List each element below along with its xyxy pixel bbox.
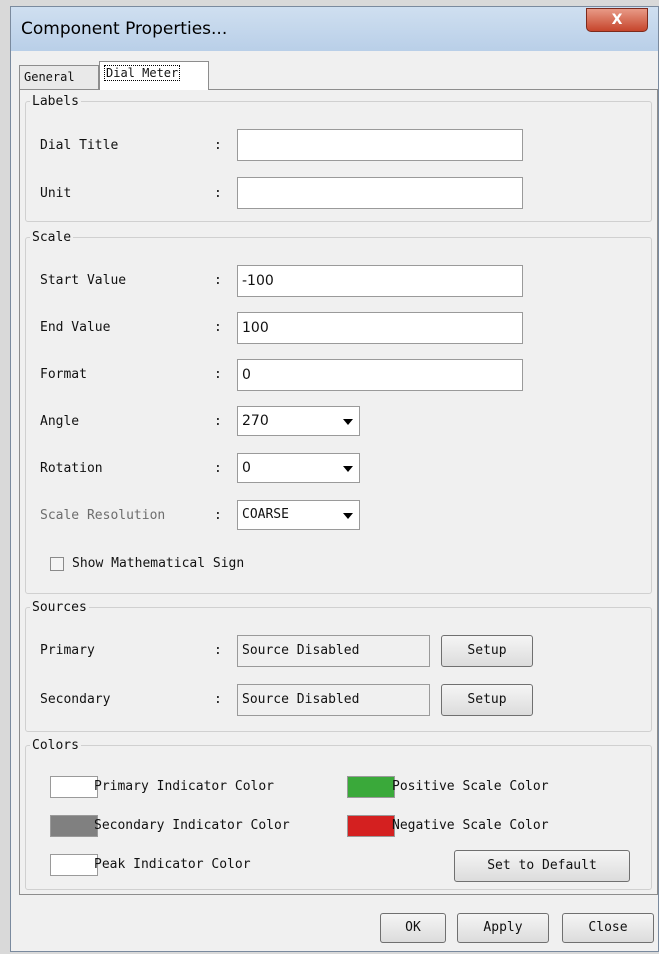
end-value-input[interactable]: 100 — [237, 312, 523, 344]
start-value-label: Start Value — [40, 273, 127, 288]
primary-source-field: Source Disabled — [237, 635, 430, 667]
primary-setup-button[interactable]: Setup — [441, 635, 533, 667]
start-value-colon: : — [214, 273, 222, 288]
secondary-setup-button[interactable]: Setup — [441, 684, 533, 716]
tab-dial-meter-label: Dial Meter — [104, 65, 181, 81]
show-mathematical-sign-checkbox[interactable] — [50, 557, 64, 571]
close-button[interactable]: Close — [562, 913, 654, 943]
apply-button[interactable]: Apply — [457, 913, 549, 943]
unit-label: Unit — [40, 186, 72, 201]
angle-select-value: 270 — [242, 413, 269, 429]
scale-resolution-label: Scale Resolution — [40, 508, 166, 523]
rotation-select[interactable]: 0 — [237, 453, 360, 483]
tab-dial-meter[interactable]: Dial Meter — [99, 61, 209, 90]
negative-scale-color-label: Negative Scale Color — [392, 818, 549, 833]
close-window-button[interactable]: X — [586, 8, 648, 32]
component-properties-dialog: Component Properties... X General Dial M… — [10, 6, 659, 952]
chevron-down-icon — [343, 419, 353, 425]
angle-colon: : — [214, 414, 222, 429]
ok-button[interactable]: OK — [380, 913, 446, 943]
close-icon: X — [611, 12, 623, 28]
secondary-source-label: Secondary — [40, 692, 111, 707]
angle-select[interactable]: 270 — [237, 406, 360, 436]
tab-general-label: General — [24, 70, 75, 84]
window-title: Component Properties... — [21, 19, 228, 39]
unit-colon: : — [214, 186, 222, 201]
rotation-colon: : — [214, 461, 222, 476]
dial-title-label: Dial Title — [40, 138, 119, 153]
peak-indicator-color-label: Peak Indicator Color — [94, 857, 251, 872]
tab-general[interactable]: General — [19, 65, 99, 89]
primary-source-label: Primary — [40, 643, 95, 658]
sources-group-legend: Sources — [32, 600, 87, 615]
title-bar[interactable]: Component Properties... X — [11, 7, 658, 51]
scale-group-legend: Scale — [32, 230, 72, 245]
secondary-indicator-color-swatch[interactable] — [50, 815, 98, 837]
end-value-label: End Value — [40, 320, 111, 335]
secondary-source-field: Source Disabled — [237, 684, 430, 716]
dial-title-input[interactable] — [237, 129, 523, 161]
peak-indicator-color-swatch[interactable] — [50, 854, 98, 876]
primary-source-colon: : — [214, 643, 222, 658]
secondary-indicator-color-label: Secondary Indicator Color — [94, 818, 290, 833]
positive-scale-color-label: Positive Scale Color — [392, 779, 549, 794]
rotation-label: Rotation — [40, 461, 103, 476]
tab-panel-dial-meter: Labels Dial Title : Unit : Scale Start V… — [19, 89, 658, 895]
unit-input[interactable] — [237, 177, 523, 209]
colors-group-legend: Colors — [32, 738, 79, 753]
scale-resolution-colon: : — [214, 508, 222, 523]
chevron-down-icon — [343, 466, 353, 472]
format-colon: : — [214, 367, 222, 382]
format-label: Format — [40, 367, 87, 382]
scale-resolution-select-value: COARSE — [242, 507, 289, 522]
format-input[interactable]: 0 — [237, 359, 523, 391]
primary-indicator-color-label: Primary Indicator Color — [94, 779, 275, 794]
dial-title-colon: : — [214, 138, 222, 153]
show-mathematical-sign-label: Show Mathematical Sign — [72, 556, 245, 571]
end-value-colon: : — [214, 320, 222, 335]
positive-scale-color-swatch[interactable] — [347, 776, 395, 798]
chevron-down-icon — [343, 513, 353, 519]
negative-scale-color-swatch[interactable] — [347, 815, 395, 837]
angle-label: Angle — [40, 414, 80, 429]
rotation-select-value: 0 — [242, 460, 251, 476]
primary-indicator-color-swatch[interactable] — [50, 776, 98, 798]
scale-resolution-select[interactable]: COARSE — [237, 500, 360, 530]
secondary-source-colon: : — [214, 692, 222, 707]
labels-group-legend: Labels — [32, 94, 79, 109]
start-value-input[interactable]: -100 — [237, 265, 523, 297]
set-to-default-button[interactable]: Set to Default — [454, 850, 630, 882]
